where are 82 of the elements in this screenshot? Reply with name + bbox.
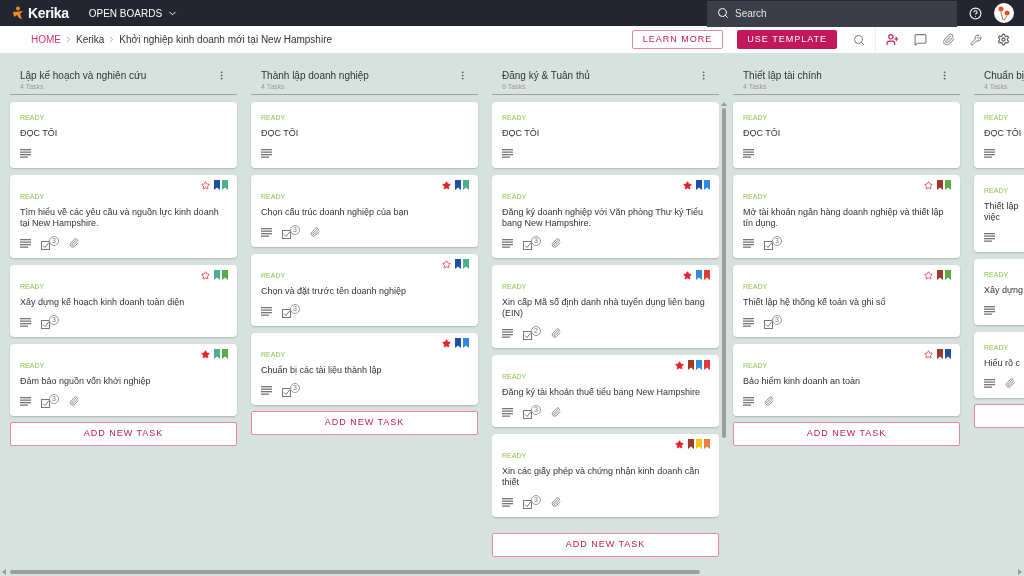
description-icon xyxy=(20,238,31,248)
task-title: Chuẩn bị các tài liệu thành lập xyxy=(261,365,382,376)
column-title: Lập kế hoạch và nghiên cứu xyxy=(20,69,147,82)
star-icon[interactable] xyxy=(924,270,933,280)
task-title: Xin các giấy phép và chứng nhận kinh doanh cần thiết xyxy=(502,466,701,488)
open-boards-menu[interactable]: OPEN BOARDS xyxy=(88,5,179,21)
task-title: Đảm bảo nguồn vốn khởi nghiệp xyxy=(20,376,151,387)
star-icon[interactable] xyxy=(675,439,684,449)
task-title: Thiết lập việc xyxy=(984,201,1019,223)
column-title: Đăng ký & Tuân thủ xyxy=(502,69,590,82)
help-icon[interactable] xyxy=(969,6,982,20)
task-title: ĐỌC TÔI xyxy=(261,128,299,139)
description-icon xyxy=(261,306,272,316)
description-icon xyxy=(743,396,754,406)
column-title: Thiết lập tài chính xyxy=(743,69,822,82)
star-icon[interactable] xyxy=(442,259,451,269)
app-logo[interactable]: Kerika xyxy=(28,2,69,24)
task-title: Chọn và đặt trước tên doanh nghiệp xyxy=(261,286,407,297)
description-icon xyxy=(261,148,272,158)
description-icon xyxy=(743,317,754,327)
learn-more-button[interactable]: LEARN MORE xyxy=(631,30,724,49)
logo-icon xyxy=(12,6,24,20)
task-title: Xây dựng xyxy=(984,285,1024,296)
chat-icon[interactable] xyxy=(914,33,927,46)
task-title: Hiểu rõ c xyxy=(984,358,1020,369)
description-icon xyxy=(261,385,272,395)
task-title: Chọn cấu trúc doanh nghiệp của bạn xyxy=(261,207,409,218)
star-icon[interactable] xyxy=(683,270,692,280)
star-icon[interactable] xyxy=(924,349,933,359)
description-icon xyxy=(984,148,995,158)
settings-icon[interactable] xyxy=(997,33,1010,46)
star-icon[interactable] xyxy=(201,270,210,280)
star-icon[interactable] xyxy=(683,180,692,190)
star-icon[interactable] xyxy=(201,180,210,190)
description-icon xyxy=(984,232,995,242)
task-title: Tìm hiểu về các yêu cầu và nguồn lực kinh doanh tại New Hampshire. xyxy=(20,207,220,229)
avatar[interactable] xyxy=(994,3,1014,23)
task-title: Mở tài khoản ngân hàng doanh nghiệp và thiết lập tín dụng. xyxy=(743,207,945,229)
breadcrumb-link[interactable]: Khởi nghiệp kinh doanh mới tại New Hampshire xyxy=(119,32,333,47)
description-icon xyxy=(502,497,513,507)
description-icon xyxy=(20,317,31,327)
add-task-button[interactable]: ADD NEW TASK xyxy=(10,422,237,446)
task-title: ĐỌC TÔI xyxy=(743,128,781,139)
task-title: Thiết lập hệ thống kế toán và ghi sổ xyxy=(743,297,886,308)
description-icon xyxy=(20,148,31,158)
description-icon xyxy=(502,238,513,248)
description-icon xyxy=(502,328,513,338)
description-icon xyxy=(261,227,272,237)
column-title: Chuẩn bị xyxy=(984,69,1024,82)
star-icon[interactable] xyxy=(675,360,684,370)
add-task-button[interactable]: ADD NEW TASK xyxy=(251,411,478,435)
breadcrumb-link[interactable]: Kerika xyxy=(76,32,105,47)
wrench-icon[interactable] xyxy=(970,33,982,46)
description-icon xyxy=(502,407,513,417)
add-person-icon[interactable] xyxy=(886,33,899,46)
star-icon[interactable] xyxy=(442,180,451,190)
star-icon[interactable] xyxy=(442,338,451,348)
task-title: Đăng ký doanh nghiệp với Văn phòng Thư ký Tiểu bang New Hampshire. xyxy=(502,207,704,229)
column-title: Thành lập doanh nghiệp xyxy=(261,69,369,82)
description-icon xyxy=(502,148,513,158)
task-title: ĐỌC TÔI xyxy=(20,128,58,139)
task-title: Đăng ký tài khoản thuế tiểu bang New Hampshire xyxy=(502,387,701,398)
task-title: Xin cấp Mã số định danh nhà tuyển dụng liên bang (EIN) xyxy=(502,297,706,319)
search-icon[interactable] xyxy=(853,33,865,46)
star-icon[interactable] xyxy=(924,180,933,190)
task-title: Xây dựng kế hoạch kinh doanh toàn diện xyxy=(20,297,185,308)
search-field[interactable]: Search xyxy=(707,0,957,27)
task-title: Bảo hiểm kinh doanh an toàn xyxy=(743,376,861,387)
star-icon[interactable] xyxy=(201,349,210,359)
description-icon xyxy=(984,305,995,315)
task-title: ĐỌC TÔI xyxy=(502,128,540,139)
task-title: ĐỌC TÔI xyxy=(984,128,1022,139)
description-icon xyxy=(743,148,754,158)
attachment-icon[interactable] xyxy=(942,33,955,46)
use-template-button[interactable]: USE TEMPLATE xyxy=(737,30,837,49)
description-icon xyxy=(984,378,995,388)
add-task-button[interactable]: ADD NEW TASK xyxy=(733,422,960,446)
add-task-button[interactable]: ADD NEW TASK xyxy=(492,533,719,557)
breadcrumb-chevron-icon xyxy=(64,35,73,44)
description-icon xyxy=(20,396,31,406)
breadcrumb-link[interactable]: HOME xyxy=(31,32,61,47)
description-icon xyxy=(743,238,754,248)
